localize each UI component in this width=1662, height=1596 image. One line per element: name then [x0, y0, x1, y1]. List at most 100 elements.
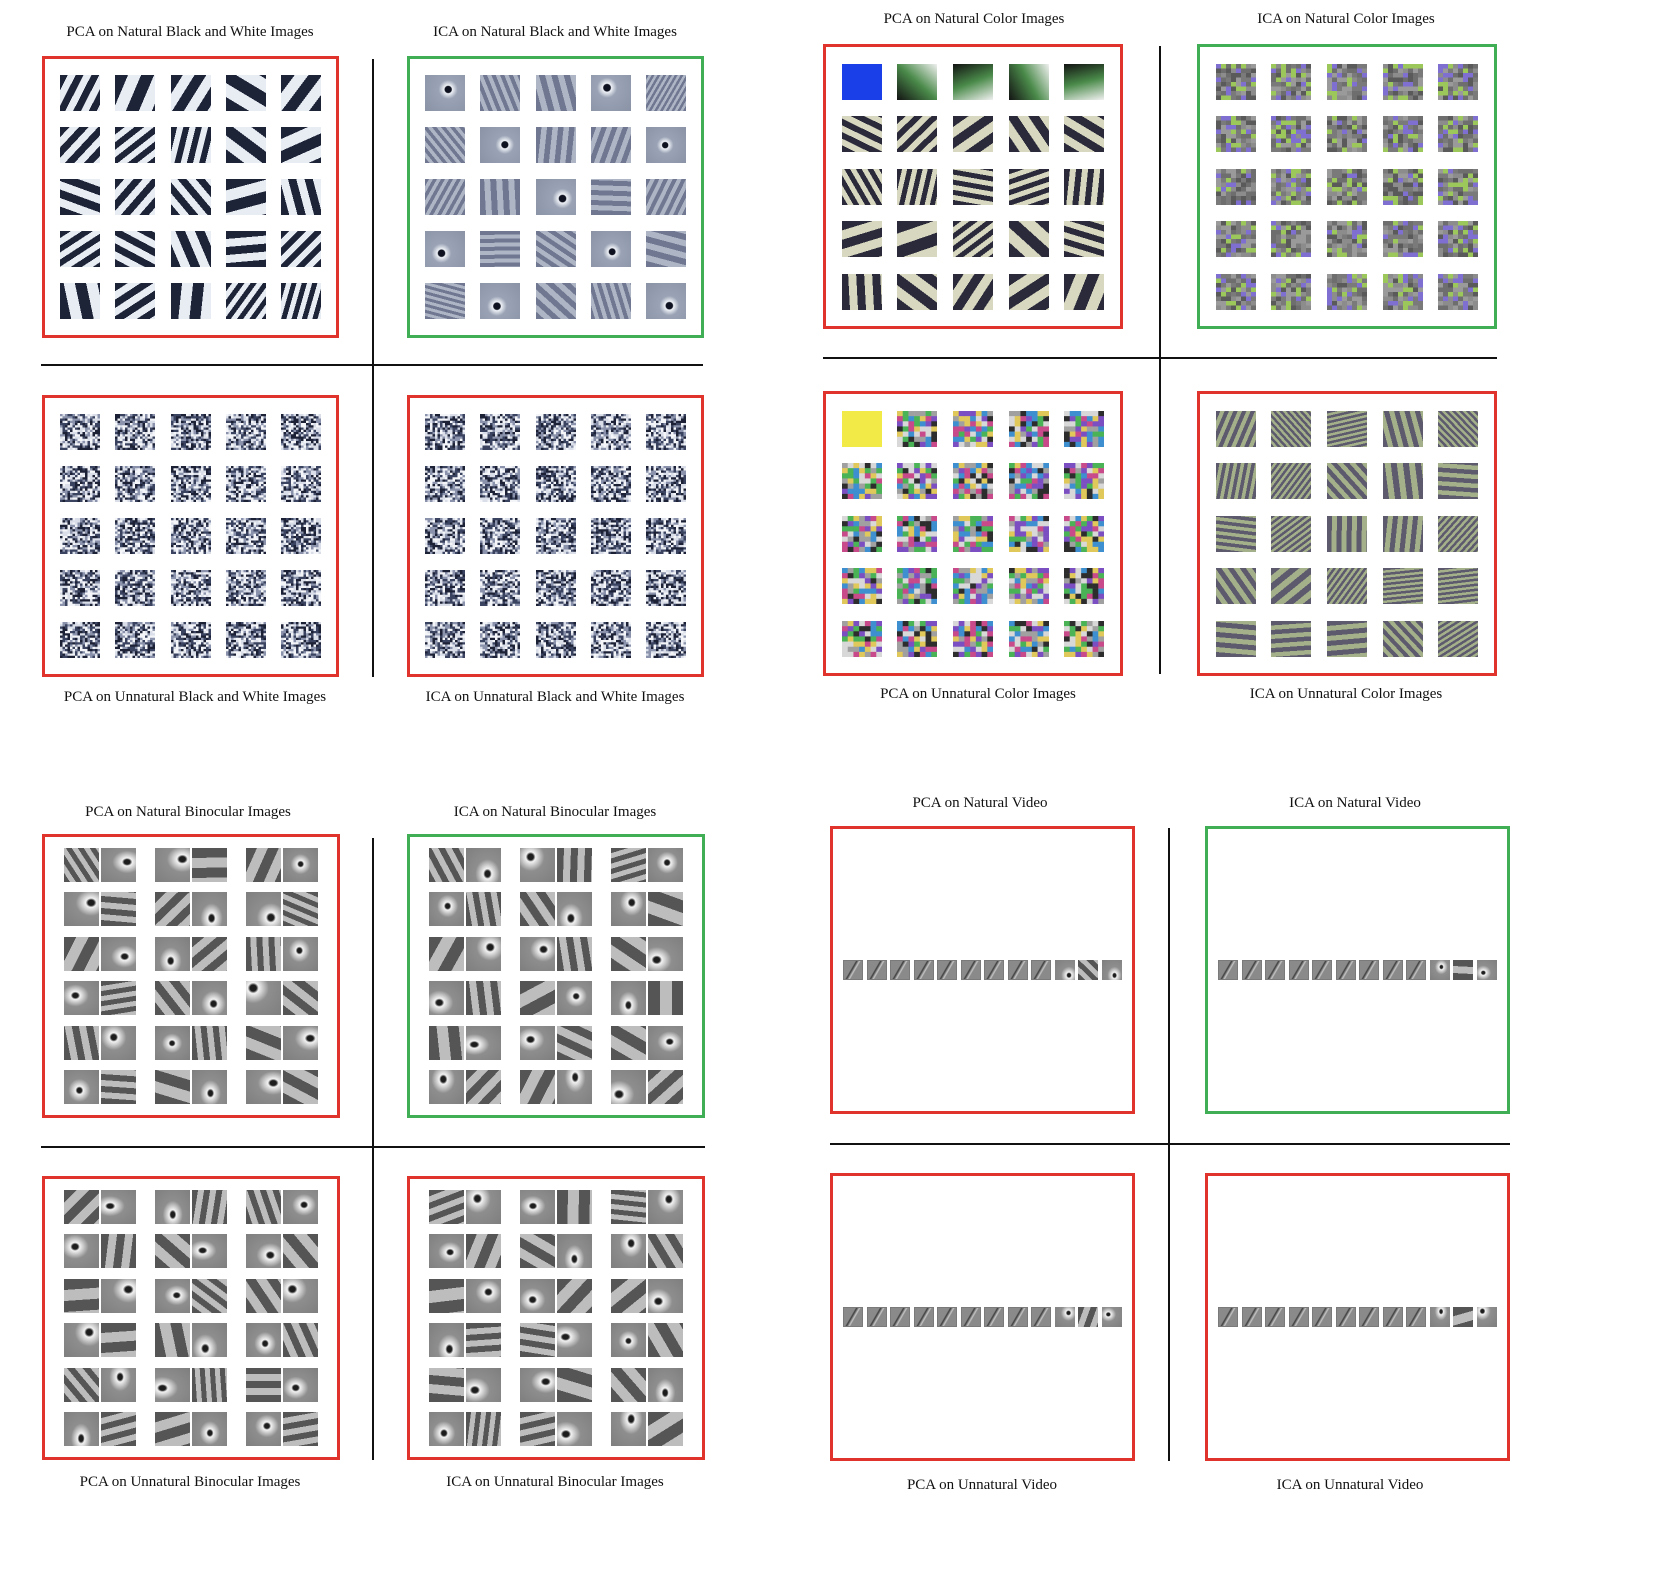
filter-tile: [1438, 168, 1479, 205]
filter-tile: [645, 179, 686, 215]
filter-tile: [64, 1189, 99, 1224]
filter-tile: [645, 570, 687, 607]
filter-tile: [466, 1323, 501, 1358]
figure-canvas: PCA on Natural Black and White Images IC…: [0, 0, 1662, 1596]
filter-tile: [1031, 1307, 1052, 1327]
filter-tile: [225, 622, 266, 659]
filter-tile: [1327, 116, 1368, 153]
filter-tile: [115, 179, 156, 215]
filter-tile: [1064, 116, 1105, 152]
filter-tile: [466, 1412, 501, 1447]
filter-tile: [590, 231, 631, 267]
filter-tile: [115, 570, 156, 607]
filter-tile: [1078, 1307, 1099, 1327]
filter-tile: [1064, 620, 1105, 657]
filter-tile: [155, 1412, 190, 1447]
filter-tile: [283, 1278, 318, 1313]
filter-tile: [192, 1412, 227, 1447]
filter-tile: [1382, 620, 1423, 657]
filter-tile: [1438, 620, 1479, 657]
panel-bw-pca-unnatural: [42, 395, 339, 677]
divider-vertical: [1168, 828, 1170, 1461]
filter-tile: [1382, 960, 1403, 980]
divider-vertical: [372, 59, 374, 677]
filter-tile: [280, 622, 322, 659]
filter-tile: [480, 622, 521, 659]
filter-tile: [429, 1367, 464, 1402]
filter-tile: [648, 1025, 683, 1060]
panel-bino-ica-unnatural: [407, 1176, 705, 1460]
filter-tile: [280, 75, 321, 111]
filter-tile: [1215, 568, 1256, 604]
filter-tile: [155, 847, 190, 882]
filter-tile: [953, 168, 993, 205]
filter-tile: [64, 1025, 99, 1060]
filter-tile: [590, 466, 631, 503]
filter-tile: [843, 1307, 864, 1327]
filter-tile: [897, 168, 938, 205]
filter-tile: [225, 570, 266, 607]
filter-tile: [115, 466, 156, 503]
filter-tile: [841, 568, 882, 605]
filter-tile: [1101, 1307, 1122, 1327]
filter-tile: [897, 515, 938, 552]
filter-tile: [890, 1307, 911, 1327]
panel-bw-ica-unnatural: [407, 395, 704, 677]
filter-tile: [480, 414, 521, 451]
filter-tile: [520, 1189, 555, 1224]
filter-tile: [1271, 63, 1312, 100]
filter-tile: [170, 283, 211, 319]
panel-color-pca-unnatural: [823, 391, 1123, 676]
filter-tile: [1218, 1307, 1239, 1327]
filter-tile: [429, 1278, 464, 1313]
title-color-br: ICA on Unnatural Color Images: [1249, 686, 1443, 702]
divider-horizontal: [830, 1143, 1510, 1145]
filter-tile: [645, 75, 686, 111]
panel-video-ica-natural: [1205, 826, 1510, 1114]
filter-tile: [466, 936, 501, 971]
filter-tile: [1008, 116, 1049, 152]
filter-tile: [557, 1189, 592, 1224]
filter-tile: [1064, 515, 1105, 552]
filter-tile: [64, 892, 99, 927]
filter-tile: [913, 1307, 934, 1327]
filter-tile: [841, 410, 882, 447]
filter-tile: [466, 1189, 501, 1224]
filter-tile: [937, 1307, 958, 1327]
filter-tile: [101, 892, 136, 927]
filter-tile: [155, 1070, 190, 1105]
filter-tile: [1241, 1307, 1262, 1327]
filter-tile: [611, 981, 646, 1016]
filter-tile: [466, 1025, 501, 1060]
filter-tile: [1215, 168, 1256, 205]
filter-tile: [1215, 221, 1256, 258]
filter-tile: [984, 1307, 1005, 1327]
filter-tile: [429, 892, 464, 927]
filter-tile: [535, 622, 576, 659]
filter-tile: [520, 936, 555, 971]
title-color-tr: ICA on Natural Color Images: [1257, 11, 1435, 27]
filter-tile: [60, 283, 101, 319]
filter-tile: [429, 1070, 464, 1105]
filter-tile: [648, 1234, 683, 1269]
filter-tile: [1265, 1307, 1286, 1327]
filter-tile: [192, 1367, 227, 1402]
filter-tile: [1335, 1307, 1356, 1327]
filter-tile: [101, 981, 136, 1016]
filter-tile: [535, 283, 576, 319]
filter-tile: [1438, 116, 1479, 153]
filter-tile: [590, 127, 631, 163]
filter-tile: [170, 622, 211, 659]
filter-tile: [611, 892, 646, 927]
filter-tile: [466, 1234, 501, 1269]
filter-tile: [1064, 463, 1105, 500]
filter-tile: [897, 620, 938, 657]
filter-tile: [1008, 463, 1049, 500]
filter-tile: [984, 960, 1005, 980]
filter-tile: [280, 127, 321, 163]
filter-tile: [246, 1070, 281, 1105]
title-bino-tl: PCA on Natural Binocular Images: [85, 804, 291, 820]
filter-tile: [115, 231, 156, 267]
filter-tile: [520, 1367, 555, 1402]
filter-tile: [115, 622, 156, 659]
